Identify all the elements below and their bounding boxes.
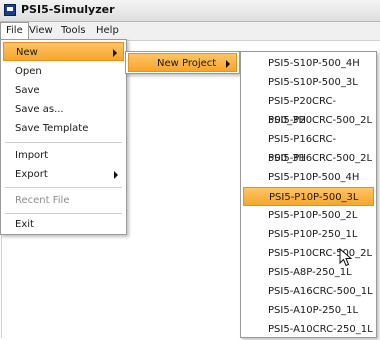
project-template-menu: PSI5-S10P-500_4H PSI5-S10P-500_3L PSI5-P… [240,51,377,338]
menu-item-import[interactable]: Import [3,146,124,165]
menu-item-export-label: Export [15,169,48,180]
template-item[interactable]: PSI5-A10P-250_1L [243,301,374,320]
template-item[interactable]: PSI5-P10CRC-500_2L [243,244,374,263]
file-menu: New Open Save Save as... Save Template I… [0,39,127,235]
menu-item-save-as[interactable]: Save as... [3,100,124,119]
submenu-arrow-icon [113,49,117,57]
template-item-selected[interactable]: PSI5-P10P-500_3L [243,187,374,206]
mouse-cursor-icon [339,248,353,267]
menu-item-new[interactable]: New [3,42,124,61]
template-item[interactable]: PSI5-A8P-250_1L [243,263,374,282]
window-title: PSI5-Simulyzer [21,3,115,16]
template-item[interactable]: PSI5-S10P-500_4H [243,54,374,73]
template-item[interactable]: PSI5-P10P-500_2L [243,206,374,225]
menu-item-open[interactable]: Open [3,62,124,81]
template-item[interactable]: PSI5-A16CRC-500_1L [243,282,374,301]
menu-item-save[interactable]: Save [3,81,124,100]
menu-separator [5,213,122,214]
menu-item-new-label: New [16,47,38,58]
submenu-arrow-icon [226,60,230,68]
template-item[interactable]: PSI5-P20CRC-500_3H [243,92,374,126]
menu-item-recent-file: Recent File [15,195,70,206]
submenu-arrow-icon [114,171,118,179]
template-item[interactable]: PSI5-A10CRC-250_1L [243,320,374,339]
template-item[interactable]: PSI5-P16CRC-500_2L [243,149,374,168]
menu-help[interactable]: Help [91,22,124,40]
new-submenu: New Project [125,51,240,74]
app-icon [4,4,16,16]
template-item[interactable]: PSI5-P10P-500_4H [243,168,374,187]
menu-item-new-project-label: New Project [157,58,217,69]
template-item[interactable]: PSI5-S10P-500_3L [243,73,374,92]
template-item[interactable]: PSI5-P20CRC-500_2L [243,111,374,130]
menu-item-exit[interactable]: Exit [3,215,124,234]
menu-tools[interactable]: Tools [56,22,91,40]
menu-item-save-template[interactable]: Save Template [3,119,124,138]
menu-separator [5,187,122,188]
template-item[interactable]: PSI5-P10P-250_1L [243,225,374,244]
menu-item-new-project[interactable]: New Project [128,53,237,72]
menu-separator [5,142,122,143]
title-bar: PSI5-Simulyzer [0,0,380,22]
menu-view[interactable]: View [24,22,58,40]
template-item[interactable]: PSI5-P16CRC-500_3H [243,130,374,164]
menu-item-export[interactable]: Export [3,165,124,184]
